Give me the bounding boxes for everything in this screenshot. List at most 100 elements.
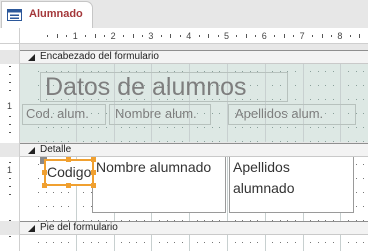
textbox-nombre-alumnado[interactable]: Nombre alumnado [92,157,226,213]
grid-dot [128,242,130,243]
grid-dot [143,141,145,142]
ruler-number: 1 [72,31,78,41]
horizontal-ruler[interactable]: 123456789 [20,28,368,44]
grid-dot [332,71,334,72]
grid-line [302,235,304,251]
grid-dot [90,141,92,142]
form-header-section[interactable]: Datos de alumnos Cod. alum. Nombre alum.… [20,64,368,142]
grid-dot [355,99,357,100]
form-title-label[interactable]: Datos de alumnos [40,72,288,102]
grid-dot [317,141,319,142]
document-tab-alumnado[interactable]: Alumnado [1,1,93,28]
grid-dot [196,127,198,128]
grid-dot [272,242,274,243]
grid-dot [38,141,39,142]
ruler-number: 7 [299,31,305,41]
grid-dot [279,141,281,142]
grid-dot [355,178,357,179]
resize-handle-top[interactable] [66,157,71,162]
column-label-nombre[interactable]: Nombre alum. [109,104,211,125]
grid-dot [317,242,319,243]
grid-dot [347,85,349,86]
grid-dot [174,141,176,142]
grid-dot [121,141,123,142]
ruler-tick [132,34,134,38]
textbox-apellidos-alumnado[interactable]: Apellidos alumnado [229,157,354,213]
ruler-number: 2 [110,31,116,41]
grid-dot [347,242,349,243]
grid-dot [257,127,259,128]
detail-label: Detalle [40,144,72,155]
grid-dot [363,206,365,207]
ruler-band-gap [0,143,19,157]
ruler-tick [312,35,314,37]
grid-dot [295,242,297,243]
grid-dot [45,242,47,243]
grid-dot [363,85,365,86]
ruler-number: 6 [261,31,267,41]
grid-dot [211,242,213,243]
grid-dot [325,141,327,142]
grid-dot [317,71,319,72]
resize-handle-bottom-right[interactable] [91,183,96,188]
grid-dot [158,127,160,128]
grid-dot [196,141,198,142]
grid-dot [181,242,183,243]
grid-line [227,157,228,221]
detail-section[interactable]: Nombre alumnado Apellidos alumnado Codig… [20,157,368,221]
grid-dot [363,242,365,243]
grid-dot [60,127,62,128]
grid-dot [332,242,334,243]
grid-dot [347,141,349,142]
form-header-bar[interactable]: Encabezado del formulario [20,50,368,64]
grid-dot [332,141,334,142]
ruler-tick [9,90,11,91]
grid-dot [325,71,327,72]
column-label-codigo[interactable]: Cod. alum. [22,104,106,125]
column-label-apellidos[interactable]: Apellidos alum. [228,104,356,125]
grid-dot [45,192,47,193]
resize-handle-right[interactable] [91,170,96,175]
resize-handle-bottom[interactable] [66,183,71,188]
detail-bar[interactable]: Detalle [20,143,368,157]
grid-dot [310,127,312,128]
form-footer-section[interactable] [20,235,368,251]
grid-dot [45,206,47,207]
grid-line [113,235,115,251]
ruler-tick [9,194,11,195]
grid-dot [38,164,39,165]
grid-dot [295,141,297,142]
vertical-ruler[interactable]: 11 [0,44,20,251]
form-footer-bar[interactable]: Pie del formulario [20,221,368,235]
grid-dot [136,127,138,128]
ruler-tick [85,35,87,37]
grid-dot [332,99,334,100]
ruler-tick [170,34,172,38]
grid-dot [287,242,289,243]
grid-dot [272,127,274,128]
grid-dot [38,127,39,128]
grid-dot [287,127,289,128]
grid-dot [181,141,183,142]
grid-dot [219,127,221,128]
grid-dot [242,242,244,243]
grid-dot [325,99,327,100]
grid-dot [166,127,168,128]
grid-line [189,235,191,251]
ruler-number: 3 [148,31,154,41]
resize-handle-top-right[interactable] [91,157,96,162]
grid-dot [174,242,176,243]
resize-handle-bottom-left[interactable] [42,183,47,188]
grid-line [302,64,304,142]
grid-dot [121,127,123,128]
grid-dot [325,127,327,128]
grid-dot [242,141,244,142]
ruler-corner-select-form[interactable] [0,28,20,44]
grid-dot [38,71,39,72]
grid-dot [310,99,312,100]
resize-handle-left[interactable] [42,170,47,175]
grid-dot [38,192,39,193]
textbox-codigo-selected[interactable]: Codigo [44,159,94,186]
grid-dot [68,242,70,243]
grid-line [151,235,153,251]
